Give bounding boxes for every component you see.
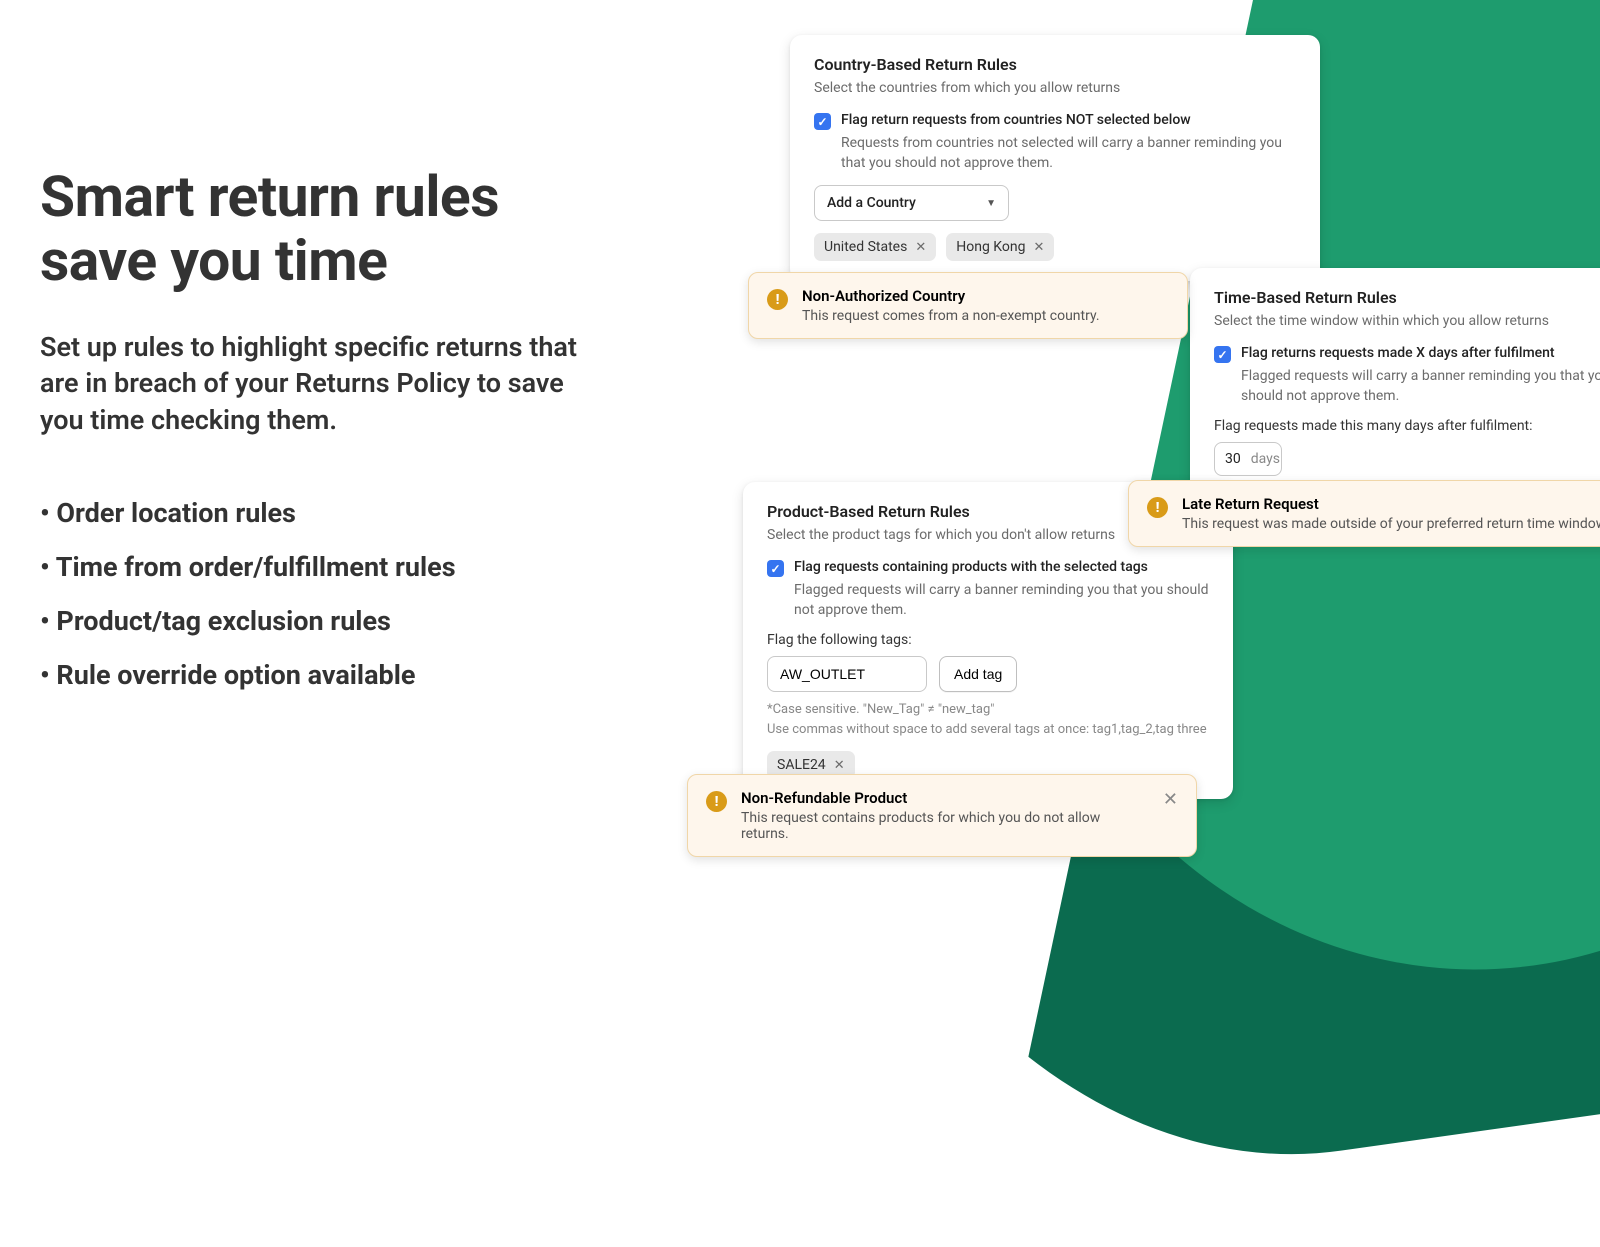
banner-title: Non-Authorized Country xyxy=(802,287,1100,305)
flag-product-checkbox[interactable]: ✓ xyxy=(767,560,784,577)
case-sensitive-note: *Case sensitive. "New_Tag" ≠ "new_tag" xyxy=(767,700,1209,720)
checkbox-description: Flagged requests will carry a banner rem… xyxy=(1214,367,1600,406)
card-title: Time-Based Return Rules xyxy=(1214,288,1600,307)
comma-tags-note: Use commas without space to add several … xyxy=(767,720,1209,740)
country-tag: Hong Kong ✕ xyxy=(946,233,1054,261)
select-label: Add a Country xyxy=(827,195,916,211)
card-title: Country-Based Return Rules xyxy=(814,55,1296,74)
bullet-item: Product/tag exclusion rules xyxy=(40,594,590,648)
bullet-item: Rule override option available xyxy=(40,648,590,702)
tag-label: Hong Kong xyxy=(956,239,1025,255)
non-authorized-country-banner: ! Non-Authorized Country This request co… xyxy=(748,272,1188,339)
banner-title: Late Return Request xyxy=(1182,495,1600,513)
bullet-item: Order location rules xyxy=(40,486,590,540)
country-tag: United States ✕ xyxy=(814,233,936,261)
feature-bullets: Order location rules Time from order/ful… xyxy=(40,486,590,702)
checkbox-label: Flag returns requests made X days after … xyxy=(1241,345,1555,361)
warning-icon: ! xyxy=(706,791,727,812)
headline: Smart return rules save you time xyxy=(40,165,590,293)
remove-tag-icon[interactable]: ✕ xyxy=(915,240,926,255)
tag-input[interactable] xyxy=(767,656,927,692)
add-tag-button[interactable]: Add tag xyxy=(939,656,1017,692)
banner-text: This request was made outside of your pr… xyxy=(1182,516,1600,532)
non-refundable-product-banner: ! Non-Refundable Product This request co… xyxy=(687,774,1197,857)
checkbox-label: Flag return requests from countries NOT … xyxy=(841,112,1191,128)
subheadline: Set up rules to highlight specific retur… xyxy=(40,329,590,438)
banner-text: This request comes from a non-exempt cou… xyxy=(802,308,1100,324)
tag-label: SALE24 xyxy=(777,757,826,773)
banner-text: This request contains products for which… xyxy=(741,810,1119,842)
warning-icon: ! xyxy=(1147,497,1168,518)
chevron-down-icon: ▼ xyxy=(986,198,996,209)
days-value: 30 xyxy=(1225,451,1241,467)
remove-tag-icon[interactable]: ✕ xyxy=(1033,240,1044,255)
late-return-banner: ! Late Return Request This request was m… xyxy=(1128,480,1600,547)
country-rules-card: Country-Based Return Rules Select the co… xyxy=(790,35,1320,281)
days-unit: days xyxy=(1251,451,1280,467)
checkbox-label: Flag requests containing products with t… xyxy=(794,559,1148,575)
days-input[interactable]: 30 days xyxy=(1214,442,1282,476)
checkbox-description: Flagged requests will carry a banner rem… xyxy=(767,581,1209,620)
days-field-label: Flag requests made this many days after … xyxy=(1214,418,1600,434)
close-icon[interactable]: ✕ xyxy=(1133,789,1178,810)
warning-icon: ! xyxy=(767,289,788,310)
flag-country-checkbox[interactable]: ✓ xyxy=(814,113,831,130)
time-rules-card: Time-Based Return Rules Select the time … xyxy=(1190,268,1600,496)
tag-label: United States xyxy=(824,239,907,255)
card-subtitle: Select the countries from which you allo… xyxy=(814,80,1296,96)
checkbox-description: Requests from countries not selected wil… xyxy=(814,134,1296,173)
bullet-item: Time from order/fulfillment rules xyxy=(40,540,590,594)
add-country-select[interactable]: Add a Country ▼ xyxy=(814,185,1009,221)
card-subtitle: Select the time window within which you … xyxy=(1214,313,1600,329)
flag-time-checkbox[interactable]: ✓ xyxy=(1214,346,1231,363)
tags-field-label: Flag the following tags: xyxy=(767,632,1209,648)
banner-title: Non-Refundable Product xyxy=(741,789,1119,807)
remove-tag-icon[interactable]: ✕ xyxy=(834,758,845,773)
